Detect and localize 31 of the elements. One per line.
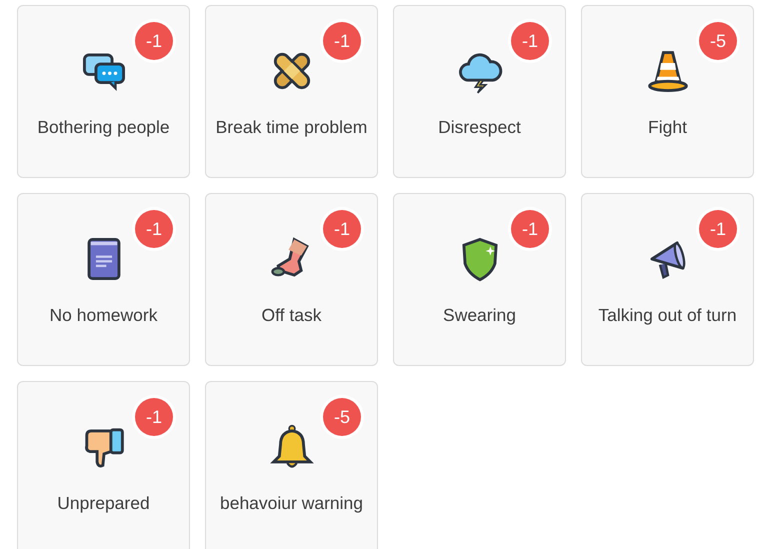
behaviour-card[interactable]: Break time problem -1	[205, 5, 378, 178]
points-badge: -1	[699, 210, 737, 248]
behaviour-card[interactable]: Unprepared -1	[17, 381, 190, 549]
behaviour-card[interactable]: Disrespect -1	[393, 5, 566, 178]
points-badge: -1	[323, 210, 361, 248]
points-badge: -1	[135, 398, 173, 436]
points-badge: -1	[135, 22, 173, 60]
behaviour-label: Talking out of turn	[597, 304, 738, 327]
behaviour-card[interactable]: Talking out of turn -1	[581, 193, 754, 366]
behaviour-label: behavoiur warning	[218, 492, 364, 515]
behaviour-card[interactable]: Fight -5	[581, 5, 754, 178]
bell-icon	[268, 424, 314, 470]
behaviour-label: Break time problem	[214, 116, 368, 139]
behaviour-card[interactable]: Bothering people -1	[17, 5, 190, 178]
points-badge: -1	[323, 22, 361, 60]
points-badge: -1	[511, 210, 549, 248]
points-badge: -1	[511, 22, 549, 60]
points-badge: -5	[323, 398, 361, 436]
behaviour-label: No homework	[48, 304, 158, 327]
behaviour-card[interactable]: behavoiur warning -5	[205, 381, 378, 549]
points-badge: -5	[699, 22, 737, 60]
behaviour-label: Bothering people	[36, 116, 171, 139]
behaviour-label: Fight	[647, 116, 688, 139]
behaviour-label: Swearing	[442, 304, 517, 327]
behaviour-label: Off task	[260, 304, 322, 327]
behaviour-card[interactable]: Swearing -1	[393, 193, 566, 366]
behaviour-label: Unprepared	[56, 492, 151, 515]
behaviour-card[interactable]: Off task -1	[205, 193, 378, 366]
behaviour-card[interactable]: No homework -1	[17, 193, 190, 366]
points-badge: -1	[135, 210, 173, 248]
behaviour-label: Disrespect	[437, 116, 522, 139]
